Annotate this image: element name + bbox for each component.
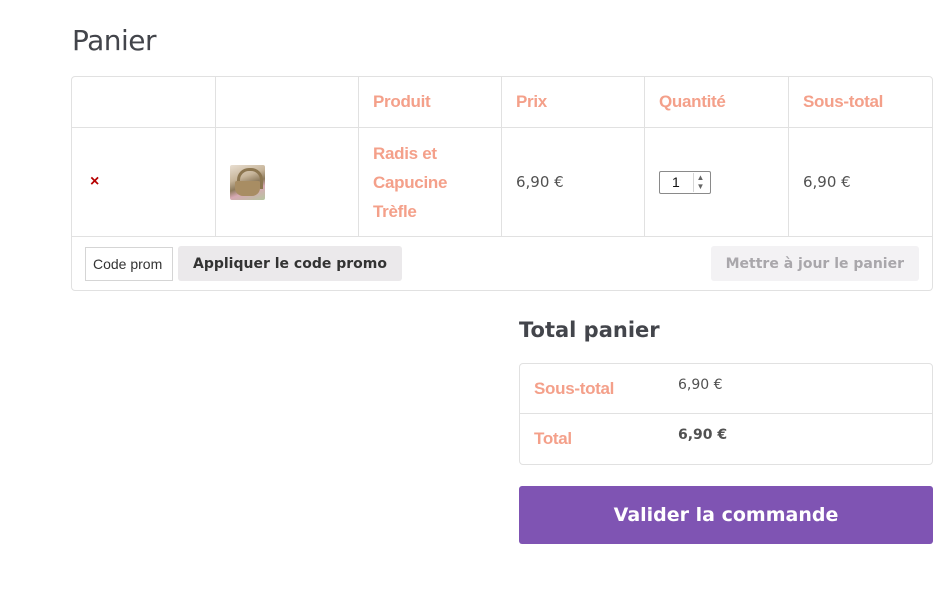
update-cart-button[interactable]: Mettre à jour le panier xyxy=(710,246,919,281)
column-header-quantity: Quantité xyxy=(645,77,789,127)
remove-item-icon[interactable]: × xyxy=(90,174,99,190)
product-name-link[interactable]: Radis et Capucine Trèfle xyxy=(373,139,447,226)
cart-totals-title: Total panier xyxy=(519,318,660,342)
remove-cell: × xyxy=(72,128,216,236)
product-name-line: Trèfle xyxy=(373,201,417,221)
product-name-line: Radis et xyxy=(373,143,437,163)
column-header-product: Produit xyxy=(359,77,502,127)
item-price: 6,90 € xyxy=(516,173,564,191)
totals-total-value: 6,90 € xyxy=(678,427,728,443)
quantity-cell: 1 ▲ ▼ xyxy=(645,128,789,236)
totals-total-label: Total xyxy=(534,429,572,448)
totals-subtotal-value: 6,90 € xyxy=(678,377,723,393)
subtotal-cell: 6,90 € xyxy=(789,128,932,236)
totals-subtotal-label: Sous-total xyxy=(534,379,615,398)
cart-actions: Code prom Appliquer le code promo Mettre… xyxy=(72,237,932,290)
column-header-price: Prix xyxy=(502,77,645,127)
quantity-value[interactable]: 1 xyxy=(660,174,693,190)
column-header-remove xyxy=(72,77,216,127)
product-name-line: Capucine xyxy=(373,172,448,192)
chevron-up-icon[interactable]: ▲ xyxy=(697,173,705,182)
checkout-button[interactable]: Valider la commande xyxy=(519,486,933,544)
apply-coupon-button[interactable]: Appliquer le code promo xyxy=(178,246,402,281)
product-thumbnail[interactable] xyxy=(230,164,265,200)
chevron-down-icon[interactable]: ▼ xyxy=(697,182,705,191)
column-header-thumbnail xyxy=(216,77,359,127)
coupon-code-input[interactable]: Code prom xyxy=(85,246,173,281)
product-cell: Radis et Capucine Trèfle xyxy=(359,128,502,236)
totals-subtotal-row: Sous-total 6,90 € xyxy=(520,364,932,414)
quantity-stepper[interactable]: 1 ▲ ▼ xyxy=(659,170,711,194)
page-title: Panier xyxy=(72,24,157,57)
column-header-subtotal: Sous-total xyxy=(803,92,884,111)
cart-table-header: Produit Prix Quantité Sous-total xyxy=(72,77,932,128)
quantity-spinner[interactable]: ▲ ▼ xyxy=(693,172,707,192)
item-subtotal: 6,90 € xyxy=(803,173,851,191)
cart-table: Produit Prix Quantité Sous-total × Radis… xyxy=(71,76,933,291)
price-cell: 6,90 € xyxy=(502,128,645,236)
table-row: × Radis et Capucine Trèfle 6,90 € 1 ▲ ▼ xyxy=(72,128,932,237)
cart-totals-table: Sous-total 6,90 € Total 6,90 € xyxy=(519,363,933,465)
thumbnail-cell xyxy=(216,128,359,236)
totals-total-row: Total 6,90 € xyxy=(520,414,932,464)
